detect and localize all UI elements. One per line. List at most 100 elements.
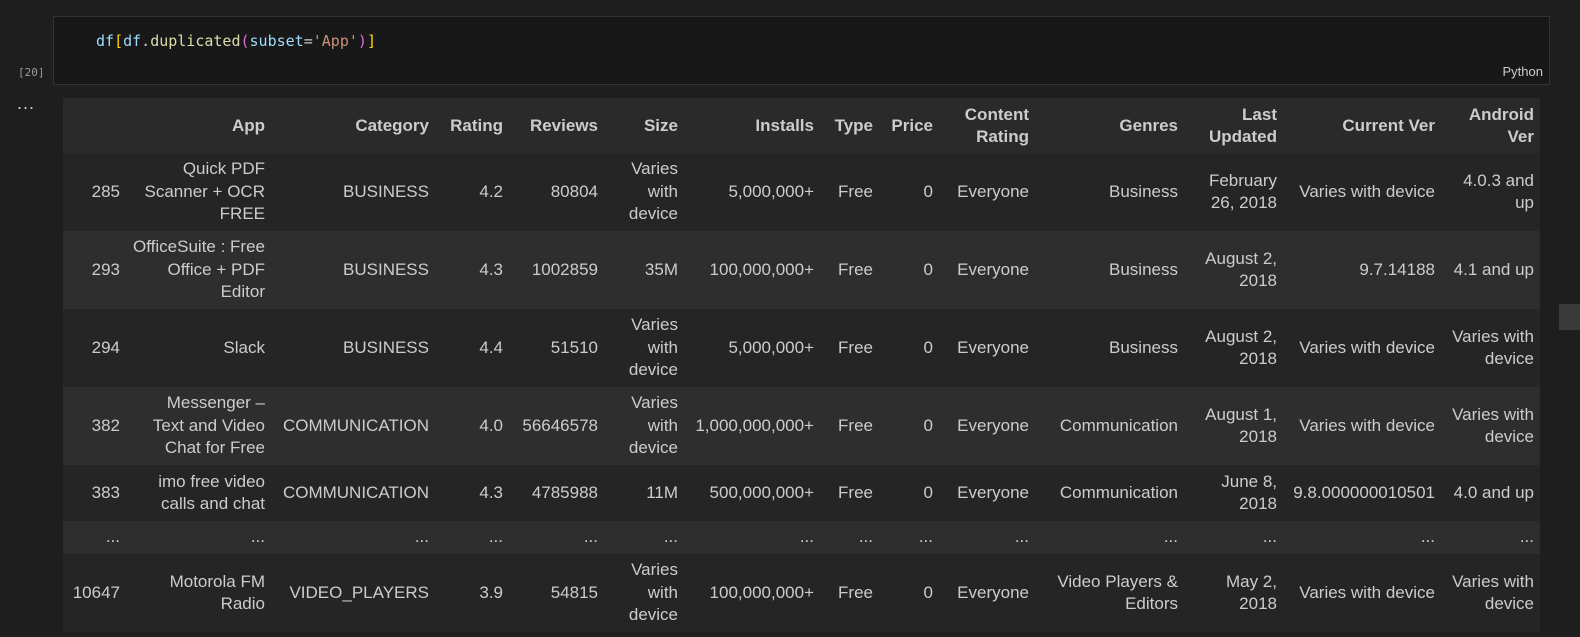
column-header: Content Rating <box>939 98 1035 153</box>
output-menu-button[interactable]: ... <box>17 93 35 114</box>
code-token: [ <box>114 32 124 50</box>
code-token: df <box>123 32 142 50</box>
code-cell-editor[interactable]: df[df.duplicated(subset='App')] Python <box>53 16 1550 85</box>
table-cell: ... <box>1184 521 1283 554</box>
table-row: 382 Messenger – Text and Video Chat for F… <box>63 387 1540 465</box>
column-header: Size <box>604 98 684 153</box>
table-row: ........................................… <box>63 521 1540 554</box>
table-row: 383 imo free video calls and chat COMMUNIC… <box>63 465 1540 521</box>
table-cell: Free <box>820 153 879 231</box>
table-cell: 0 <box>879 387 939 465</box>
table-cell: 1002859 <box>509 231 604 309</box>
row-index-cell: 382 <box>63 387 126 465</box>
table-cell: 4.3 <box>435 465 509 521</box>
table-cell: June 8, 2018 <box>1184 465 1283 521</box>
cell-language-label[interactable]: Python <box>1503 64 1543 79</box>
table-cell: ... <box>820 521 879 554</box>
table-cell: ... <box>1441 521 1540 554</box>
code-token: df <box>96 32 115 50</box>
table-cell: ... <box>604 521 684 554</box>
table-cell: ... <box>1283 521 1441 554</box>
table-cell: Free <box>820 554 879 632</box>
column-header <box>63 98 126 153</box>
table-cell: Everyone <box>939 554 1035 632</box>
table-cell: OfficeSuite : Free Office + PDF Editor <box>126 231 271 309</box>
table-cell: 1,000,000,000+ <box>684 387 820 465</box>
table-cell: 54815 <box>509 554 604 632</box>
table-cell: Varies with device <box>1441 554 1540 632</box>
table-cell: Varies with device <box>604 387 684 465</box>
table-cell: August 1, 2018 <box>1184 387 1283 465</box>
table-cell: Everyone <box>939 465 1035 521</box>
table-cell: Varies with device <box>604 153 684 231</box>
table-cell: 11M <box>604 465 684 521</box>
row-index-cell: 294 <box>63 309 126 387</box>
row-index-cell: 293 <box>63 231 126 309</box>
table-cell: Varies with device <box>1283 309 1441 387</box>
table-cell: 4785988 <box>509 465 604 521</box>
column-header: Price <box>879 98 939 153</box>
table-cell: 9.8.000000010501 <box>1283 465 1441 521</box>
code-token: ] <box>366 32 376 50</box>
dataframe-output: App Category Rating Reviews Size Install… <box>63 98 1540 632</box>
table-cell: 500,000,000+ <box>684 465 820 521</box>
column-header: Type <box>820 98 879 153</box>
column-header: Installs <box>684 98 820 153</box>
table-cell: Quick PDF Scanner + OCR FREE <box>126 153 271 231</box>
code-token: subset <box>249 32 304 50</box>
table-cell: 4.1 and up <box>1441 231 1540 309</box>
dataframe-table: App Category Rating Reviews Size Install… <box>63 98 1540 632</box>
table-cell: 3.9 <box>435 554 509 632</box>
table-row: 294 Slack BUSINESS 4.4 51510 Varies with devi… <box>63 309 1540 387</box>
table-cell: 0 <box>879 554 939 632</box>
table-cell: Free <box>820 465 879 521</box>
table-cell: ... <box>435 521 509 554</box>
table-cell: Varies with device <box>1441 309 1540 387</box>
row-index-cell: ... <box>63 521 126 554</box>
table-cell: 100,000,000+ <box>684 554 820 632</box>
table-cell: Messenger – Text and Video Chat for Free <box>126 387 271 465</box>
table-cell: imo free video calls and chat <box>126 465 271 521</box>
table-cell: Business <box>1035 231 1184 309</box>
table-cell: Free <box>820 387 879 465</box>
table-row: 10647 Motorola FM Radio VIDEO_PLAYERS 3.9 54… <box>63 554 1540 632</box>
table-cell: Everyone <box>939 309 1035 387</box>
table-cell: COMMUNICATION <box>271 387 435 465</box>
table-cell: Everyone <box>939 231 1035 309</box>
table-header-row: App Category Rating Reviews Size Install… <box>63 98 1540 153</box>
table-cell: VIDEO_PLAYERS <box>271 554 435 632</box>
table-row: 285 Quick PDF Scanner + OCR FREE BUSINESS 4… <box>63 153 1540 231</box>
table-cell: 0 <box>879 153 939 231</box>
code-token: = <box>303 32 313 50</box>
table-cell: 100,000,000+ <box>684 231 820 309</box>
column-header: App <box>126 98 271 153</box>
row-index-cell: 10647 <box>63 554 126 632</box>
table-cell: Video Players & Editors <box>1035 554 1184 632</box>
table-cell: Varies with device <box>604 554 684 632</box>
table-cell: 5,000,000+ <box>684 309 820 387</box>
table-cell: Everyone <box>939 387 1035 465</box>
table-cell: BUSINESS <box>271 309 435 387</box>
column-header: Current Ver <box>1283 98 1441 153</box>
column-header: Android Ver <box>1441 98 1540 153</box>
table-cell: 56646578 <box>509 387 604 465</box>
table-cell: ... <box>879 521 939 554</box>
table-cell: ... <box>684 521 820 554</box>
table-cell: 0 <box>879 465 939 521</box>
table-cell: Everyone <box>939 153 1035 231</box>
code-token: duplicated <box>150 32 241 50</box>
column-header: Last Updated <box>1184 98 1283 153</box>
table-cell: Business <box>1035 309 1184 387</box>
table-cell: 80804 <box>509 153 604 231</box>
table-cell: 4.0 and up <box>1441 465 1540 521</box>
scrollbar-thumb[interactable] <box>1559 304 1580 330</box>
code-line[interactable]: df[df.duplicated(subset='App')] <box>96 32 376 50</box>
column-header: Category <box>271 98 435 153</box>
table-cell: Varies with device <box>1283 554 1441 632</box>
table-cell: 4.3 <box>435 231 509 309</box>
table-cell: 0 <box>879 231 939 309</box>
table-cell: 4.0 <box>435 387 509 465</box>
table-cell: ... <box>271 521 435 554</box>
table-cell: 4.0.3 and up <box>1441 153 1540 231</box>
table-cell: May 2, 2018 <box>1184 554 1283 632</box>
